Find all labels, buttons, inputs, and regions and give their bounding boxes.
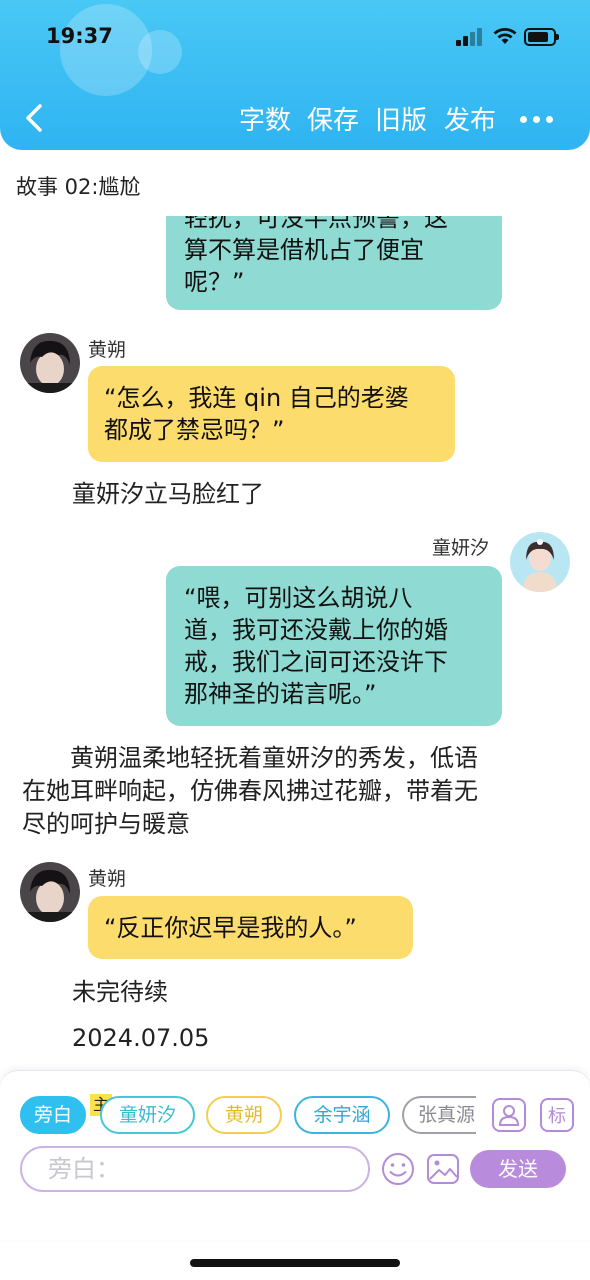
message-bubble[interactable]: “怎么，我连 qin 自己的老婆 都成了禁忌吗？” — [88, 366, 455, 462]
top-header: 19:37 字数 保存 旧版 发布 — [0, 0, 590, 150]
status-time: 19:37 — [46, 24, 113, 48]
speaker-name: 童妍汐 — [432, 537, 490, 559]
tag-icon[interactable]: 标 — [540, 1098, 574, 1132]
avatar-huangshuo[interactable] — [20, 862, 80, 922]
role-chip-yuyuhan[interactable]: 余宇涵 — [294, 1096, 390, 1134]
save-button[interactable]: 保存 — [307, 100, 359, 137]
story-title: 故事 02:尴尬 — [16, 175, 141, 199]
message-bubble[interactable]: 轻抚，可没半点预警，这 算不算是借机占了便宜 呢？” — [166, 216, 502, 310]
role-chip-zhangzhenyuan[interactable]: 张真源 — [402, 1096, 476, 1134]
role-chip-tongyanxi[interactable]: 童妍汐 — [100, 1096, 195, 1134]
message-bubble[interactable]: “反正你迟早是我的人。” — [88, 896, 413, 959]
speaker-name: 黄朔 — [88, 868, 127, 890]
avatar-tongyanxi[interactable] — [510, 532, 570, 592]
role-chip-narrator[interactable]: 旁白 — [20, 1096, 86, 1134]
role-chip-huangshuo[interactable]: 黄朔 — [206, 1096, 282, 1134]
chevron-left-icon[interactable] — [20, 100, 50, 136]
chat-area[interactable]: 轻抚，可没半点预警，这 算不算是借机占了便宜 呢？” 黄朔 “怎么，我连 qin… — [0, 216, 590, 1066]
signal-icon — [456, 28, 484, 46]
send-button[interactable]: 发送 — [470, 1150, 566, 1188]
battery-icon — [524, 28, 559, 46]
avatar-huangshuo[interactable] — [20, 333, 80, 393]
narration-text: 黄朔温柔地轻抚着童妍汐的秀发，低语 在她耳畔响起，仿佛春风拂过花瓣，带着无 尽的… — [22, 744, 478, 838]
more-icon[interactable] — [520, 116, 554, 124]
narration-text: 童妍汐立马脸红了 — [72, 480, 264, 508]
svg-text:标: 标 — [548, 1106, 566, 1127]
narration-text: 2024.07.05 — [72, 1024, 210, 1052]
emoji-icon[interactable] — [380, 1151, 416, 1187]
old-version-button[interactable]: 旧版 — [375, 100, 427, 137]
wifi-icon — [493, 28, 517, 44]
person-icon[interactable] — [492, 1098, 526, 1132]
image-icon[interactable] — [426, 1152, 460, 1186]
message-bubble[interactable]: “喂，可别这么胡说八 道，我可还没戴上你的婚 戒，我们之间可还没许下 那神圣的诺… — [166, 566, 502, 726]
home-indicator — [190, 1259, 400, 1267]
decor-circle — [138, 30, 182, 74]
word-count-button[interactable]: 字数 — [239, 100, 291, 137]
publish-button[interactable]: 发布 — [444, 100, 496, 137]
narration-text: 未完待续 — [72, 978, 168, 1006]
speaker-name: 黄朔 — [88, 339, 127, 361]
message-input[interactable] — [20, 1146, 370, 1192]
